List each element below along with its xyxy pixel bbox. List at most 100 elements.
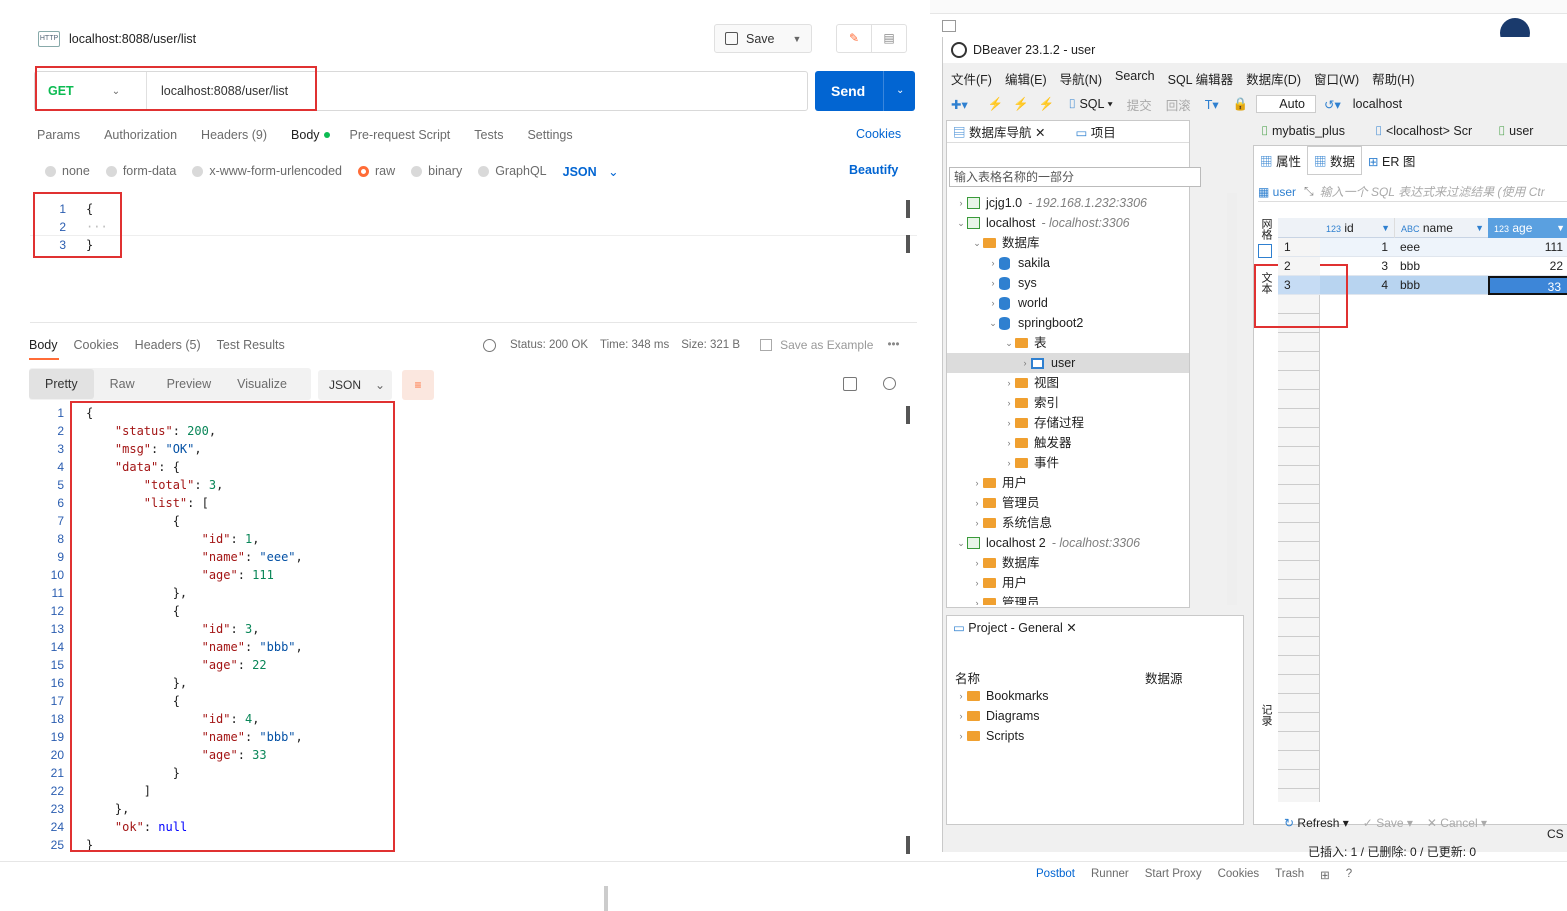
chevron-right-icon[interactable]: ›: [971, 593, 983, 605]
tab-authorization[interactable]: Authorization: [104, 128, 177, 142]
tree-item[interactable]: ⌄ springboot2: [947, 313, 1189, 333]
view-pretty[interactable]: Pretty: [29, 369, 94, 399]
resp-tab-test-results[interactable]: Test Results: [217, 338, 285, 352]
globe-icon[interactable]: [483, 338, 496, 352]
menu-help[interactable]: 帮助(H): [1372, 69, 1414, 88]
tree-item[interactable]: › 管理员: [947, 493, 1189, 513]
cell-id[interactable]: 1: [1320, 238, 1394, 257]
radio-raw[interactable]: raw: [358, 164, 395, 178]
request-body-editor[interactable]: 1 2 3 { ··· }: [30, 197, 917, 323]
plug-icon[interactable]: ⚡: [988, 97, 1004, 112]
chevron-right-icon[interactable]: ›: [1003, 413, 1015, 433]
scrollbar[interactable]: [906, 200, 910, 218]
tree-item[interactable]: › 用户: [947, 473, 1189, 493]
footer-postbot[interactable]: Postbot: [1036, 868, 1075, 882]
radio-binary[interactable]: binary: [411, 164, 462, 178]
radio-graphql[interactable]: GraphQL: [478, 164, 547, 178]
tree-item[interactable]: › sys: [947, 273, 1189, 293]
tree-item[interactable]: ›user16K: [947, 353, 1189, 373]
pencil-icon[interactable]: ✎: [837, 25, 872, 52]
menu-search[interactable]: Search: [1115, 69, 1155, 88]
view-raw[interactable]: Raw: [94, 369, 151, 399]
tab-tests[interactable]: Tests: [474, 128, 503, 142]
tree-item[interactable]: › 系统信息: [947, 513, 1189, 533]
cell-id[interactable]: 3: [1320, 257, 1394, 276]
column-header-name[interactable]: ABC name ▼: [1394, 218, 1488, 238]
row-number[interactable]: 2: [1278, 257, 1320, 276]
footer-runner[interactable]: Runner: [1091, 868, 1129, 882]
expand-icon[interactable]: ⤡: [1304, 184, 1314, 199]
resp-tab-body[interactable]: Body: [29, 338, 58, 352]
chevron-down-icon[interactable]: ⌄: [1003, 333, 1015, 353]
url-input[interactable]: localhost:8088/user/list: [161, 72, 288, 110]
resp-tab-cookies[interactable]: Cookies: [74, 338, 119, 352]
chevron-right-icon[interactable]: ›: [1019, 353, 1031, 373]
new-connection-icon[interactable]: ✚▾: [951, 97, 968, 112]
table-filter-input[interactable]: 输入表格名称的一部分: [949, 167, 1201, 187]
footer-trash[interactable]: Trash: [1275, 868, 1304, 882]
cancel-button[interactable]: ✕ Cancel ▾: [1427, 816, 1487, 830]
chevron-right-icon[interactable]: ›: [971, 573, 983, 593]
cell-id[interactable]: 4: [1320, 276, 1394, 295]
scrollbar[interactable]: [906, 235, 910, 253]
chevron-right-icon[interactable]: ›: [971, 473, 983, 493]
side-label-text[interactable]: 文本: [1258, 272, 1274, 294]
chevron-right-icon[interactable]: ›: [987, 253, 999, 273]
project-item-bookmarks[interactable]: › Bookmarks: [955, 686, 1049, 706]
tree-item[interactable]: › 数据库: [947, 553, 1189, 573]
row-number[interactable]: 1: [1278, 238, 1320, 257]
sort-icon[interactable]: ▼: [1556, 218, 1565, 238]
chevron-down-icon[interactable]: ⌄: [883, 71, 904, 111]
tree-item[interactable]: › world: [947, 293, 1189, 313]
column-header-age[interactable]: 123 age ▼: [1488, 218, 1567, 238]
save-as-example-button[interactable]: Save as Example: [780, 338, 873, 352]
chevron-right-icon[interactable]: ›: [1003, 453, 1015, 473]
tree-item[interactable]: › 视图: [947, 373, 1189, 393]
tree-item[interactable]: › 用户: [947, 573, 1189, 593]
tab-params[interactable]: Params: [37, 128, 80, 142]
grid-filter-input[interactable]: 输入一个 SQL 表达式来过滤结果 (使用 Ctr: [1320, 183, 1545, 200]
tree-item[interactable]: ⌄ 数据库: [947, 233, 1189, 253]
chevron-right-icon[interactable]: ›: [1003, 373, 1015, 393]
cell-name[interactable]: bbb: [1394, 257, 1488, 276]
menu-window[interactable]: 窗口(W): [1314, 69, 1359, 88]
editor-tab-script[interactable]: ⌷ <localhost> Scr: [1367, 124, 1480, 139]
side-label-record[interactable]: 记录: [1258, 704, 1274, 726]
sql-button[interactable]: ⌷ SQL ▾: [1068, 97, 1112, 112]
subtab-properties[interactable]: ▦ 属性: [1254, 151, 1307, 170]
sort-icon[interactable]: ▼: [1475, 218, 1484, 238]
wrap-lines-icon[interactable]: ≡: [402, 370, 434, 400]
menu-navigate[interactable]: 导航(N): [1060, 69, 1102, 88]
body-format-select[interactable]: JSON ⌄: [563, 164, 619, 179]
tree-item[interactable]: ⌄ localhost 2 - localhost:3306: [947, 533, 1189, 553]
subtab-data[interactable]: ▦ 数据: [1307, 145, 1363, 175]
chevron-right-icon[interactable]: ›: [1003, 393, 1015, 413]
tree-item[interactable]: › 索引: [947, 393, 1189, 413]
scrollbar[interactable]: [906, 836, 910, 854]
response-format-select[interactable]: JSON ⌄: [318, 370, 392, 400]
tab-headers[interactable]: Headers (9): [201, 128, 267, 142]
rollback-button[interactable]: 回滚: [1166, 95, 1191, 114]
menu-database[interactable]: 数据库(D): [1246, 69, 1301, 88]
transaction-icon[interactable]: T▾: [1205, 97, 1219, 112]
commit-button[interactable]: 提交: [1127, 95, 1152, 114]
tree-item[interactable]: ⌄ 表: [947, 333, 1189, 353]
chevron-down-icon[interactable]: ⌄: [987, 313, 999, 333]
cell-name[interactable]: bbb: [1394, 276, 1488, 295]
project-item-scripts[interactable]: › Scripts: [955, 726, 1025, 746]
commit-mode-select[interactable]: Auto: [1256, 95, 1317, 113]
tab-body[interactable]: Body: [291, 128, 320, 142]
send-button[interactable]: Send ⌄: [815, 71, 915, 111]
response-body[interactable]: 1 2 3 4 5 6 7 8 9 10 11 12 13 14 15 16 17 18 19 20 21 22 23 24 2…: [30, 404, 917, 854]
tab-pre-request-script[interactable]: Pre-request Script: [350, 128, 451, 142]
tab-settings[interactable]: Settings: [527, 128, 572, 142]
tree-item[interactable]: › jcjg1.0 - 192.168.1.232:3306: [947, 193, 1189, 213]
cell-age[interactable]: 22: [1488, 257, 1567, 276]
footer-start-proxy[interactable]: Start Proxy: [1145, 868, 1202, 882]
tree-scrollbar[interactable]: [1227, 193, 1237, 605]
refresh-button[interactable]: ↻ Refresh ▾: [1284, 816, 1349, 830]
view-preview[interactable]: Preview: [151, 369, 227, 399]
cell-age[interactable]: 111: [1488, 238, 1567, 257]
chevron-down-icon[interactable]: ⌄: [955, 533, 967, 553]
subtab-er[interactable]: ⊞ ER 图: [1362, 151, 1421, 170]
